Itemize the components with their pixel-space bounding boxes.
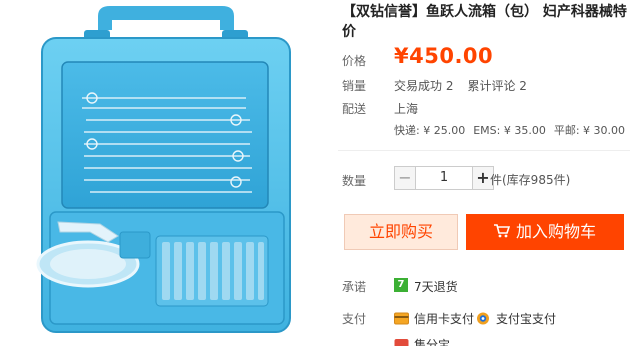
jifenbao-icon [394, 339, 409, 346]
sales-label: 销量 [342, 79, 367, 93]
quantity-stepper: − 1 + [394, 166, 494, 190]
jifenbao-label: 集分宝 [414, 338, 451, 346]
price-label: 价格 [342, 54, 367, 68]
product-title[interactable]: 【双钻信誉】鱼跃人流箱（包） 妇产科器械特价 [342, 2, 628, 42]
seven-day-return-icon: 7 [394, 278, 408, 292]
divider [338, 150, 630, 151]
credit-card-icon [394, 312, 409, 325]
express-fee: 快递: ¥ 25.00 [394, 124, 466, 137]
instrument-case-illustration [36, 6, 291, 333]
jifenbao-payment[interactable]: 集分宝 [394, 336, 450, 346]
add-to-cart-button[interactable]: 加入购物车 [466, 214, 624, 250]
alipay-icon [477, 312, 489, 325]
delivery-label: 配送 [342, 102, 367, 116]
buy-now-button[interactable]: 立即购买 [344, 214, 458, 250]
promise-label: 承诺 [342, 280, 367, 294]
quantity-input[interactable]: 1 [416, 166, 472, 190]
credit-card-label: 信用卡支付 [414, 312, 475, 326]
quantity-decrease-button[interactable]: − [394, 166, 416, 190]
alipay-label: 支付宝支付 [496, 312, 557, 326]
sales-info: 交易成功 2 累计评论 2 [394, 77, 527, 94]
post-fee: 平邮: ¥ 30.00 [553, 124, 626, 137]
payment-label: 支付 [342, 312, 367, 326]
product-image[interactable] [0, 0, 332, 346]
shipping-fees: 快递: ¥ 25.00 EMS: ¥ 35.00 平邮: ¥ 30.00 [394, 122, 625, 138]
quantity-label: 数量 [342, 174, 367, 188]
credit-card-payment[interactable]: 信用卡支付 [394, 310, 474, 327]
seven-day-return-text[interactable]: 7天退货 [414, 278, 458, 295]
ship-from-location[interactable]: 上海 [394, 100, 418, 117]
price-value: ¥450.00 [394, 44, 494, 68]
cart-icon [493, 224, 510, 238]
stock-info: 件(库存985件) [490, 173, 571, 187]
product-detail-panel: 【双钻信誉】鱼跃人流箱（包） 妇产科器械特价 价格 ¥450.00 销量 交易成… [338, 0, 630, 346]
add-to-cart-label: 加入购物车 [515, 222, 596, 241]
deals-count: 交易成功 2 [394, 79, 454, 93]
reviews-count[interactable]: 累计评论 2 [467, 79, 526, 93]
alipay-payment[interactable]: 支付宝支付 [476, 310, 556, 327]
ems-fee: EMS: ¥ 35.00 [473, 124, 546, 137]
